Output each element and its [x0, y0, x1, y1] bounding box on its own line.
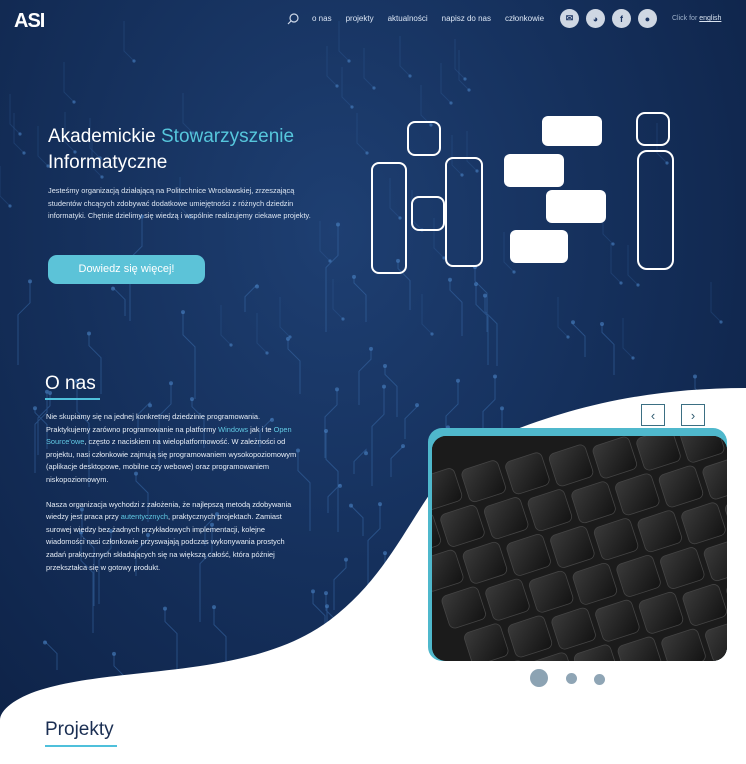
projects-title: Projekty [45, 719, 114, 740]
hero-title-part2: Informatyczne [48, 152, 168, 173]
slider-dot-1[interactable] [530, 669, 548, 687]
hero-title: Akademickie Stowarzyszenie Informatyczne [48, 124, 378, 176]
about-title-underline [45, 398, 100, 400]
slider-arrows: ‹ › [641, 404, 705, 426]
nav-link-napisz-do-nas[interactable]: napisz do nas [442, 14, 491, 23]
slider-dots [530, 668, 620, 688]
about-paragraph-2: Nasza organizacja wychodzi z założenia, … [46, 499, 292, 572]
about-title: O nas [45, 373, 96, 394]
slider-dot-3[interactable] [594, 674, 605, 685]
hero-description: Jesteśmy organizacją działającą na Polit… [48, 186, 311, 221]
mail-icon[interactable]: ✉ [560, 9, 579, 28]
facebook-icon[interactable]: f [612, 9, 631, 28]
hero-title-part1: Akademickie [48, 126, 156, 147]
language-switch: Click for english [672, 15, 721, 22]
keyboard-photo [432, 436, 727, 661]
slider-image-keyboard [432, 436, 727, 661]
about-text: Nie skupiamy się na jednej konkretnej dz… [46, 411, 304, 586]
slider-next-button[interactable]: › [681, 404, 705, 426]
github-icon[interactable]: ● [638, 9, 657, 28]
nav-link-aktualnosci[interactable]: aktualności [388, 14, 428, 23]
learn-more-button[interactable]: Dowiedz się więcej! [48, 255, 205, 284]
nav-link-o-nas[interactable]: o nas [312, 14, 332, 23]
about-paragraph-1: Nie skupiamy się na jednej konkretnej dz… [46, 412, 297, 484]
social-links: ✉ ◕ f ● [560, 9, 657, 28]
language-prefix: Click for [672, 15, 698, 22]
hero-title-accent: Stowarzyszenie [161, 126, 295, 147]
top-navbar: ASI o nas projekty aktualności napisz do… [0, 0, 746, 38]
nav-link-czlonkowie[interactable]: członkowie [505, 14, 544, 23]
search-icon[interactable] [286, 12, 300, 26]
slider-dot-2[interactable] [566, 673, 577, 684]
discord-icon[interactable]: ◕ [586, 9, 605, 28]
nav-link-projekty[interactable]: projekty [346, 14, 374, 23]
projects-title-underline [45, 745, 117, 747]
site-logo[interactable]: ASI [14, 10, 45, 33]
highlight-autentycznych: autentycznych [120, 512, 169, 522]
language-link[interactable]: english [699, 15, 721, 22]
nav-links: o nas projekty aktualności napisz do nas… [312, 14, 558, 23]
slider-prev-button[interactable]: ‹ [641, 404, 665, 426]
highlight-windows: Windows [218, 424, 249, 434]
